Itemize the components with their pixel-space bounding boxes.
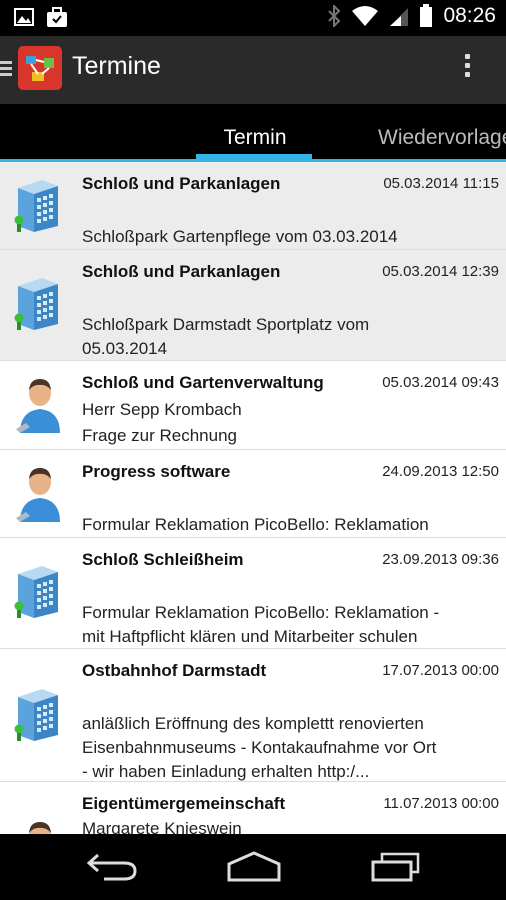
drawer-icon[interactable]	[0, 58, 12, 80]
navigation-bar	[0, 834, 506, 900]
item-title: Schloß und Gartenverwaltung	[82, 373, 324, 392]
list-item[interactable]: Schloß Schleißheim 23.09.2013 09:36 Form…	[0, 538, 506, 649]
item-title: Schloß Schleißheim	[82, 550, 244, 569]
clock-time: 08:26	[443, 4, 496, 27]
item-date: 05.03.2014 09:43	[382, 374, 499, 391]
list-item[interactable]: Schloß und Parkanlagen 05.03.2014 12:39 …	[0, 250, 506, 361]
item-title: Schloß und Parkanlagen	[82, 174, 281, 193]
person-icon	[16, 468, 60, 522]
item-description: anläßlich Eröffnung des komplettt renovi…	[82, 714, 424, 733]
item-description: Schloßpark Darmstadt Sportplatz vom	[82, 315, 370, 334]
back-icon[interactable]	[86, 852, 138, 882]
building-icon	[14, 278, 58, 330]
bluetooth-icon	[328, 5, 341, 27]
item-description: Formular Reklamation PicoBello: Reklamat…	[82, 603, 440, 622]
wifi-icon	[352, 6, 379, 26]
item-description: Eisenbahnmuseums - Kontakaufnahme vor Or…	[82, 738, 437, 757]
building-icon	[14, 566, 58, 618]
item-date: 05.03.2014 12:39	[382, 263, 499, 280]
signal-icon	[390, 8, 409, 26]
app-logo-icon[interactable]	[18, 46, 62, 90]
home-icon[interactable]	[226, 850, 282, 882]
item-description: - wir haben Einladung erhalten http:/...	[82, 762, 370, 781]
tab-termin[interactable]: Termin	[198, 126, 312, 150]
appointment-list: Schloß und Parkanlagen 05.03.2014 11:15 …	[0, 162, 506, 834]
item-description: Formular Reklamation PicoBello: Reklamat…	[82, 515, 429, 534]
item-title: Ostbahnhof Darmstadt	[82, 661, 267, 680]
battery-icon	[420, 4, 433, 27]
person-icon	[16, 379, 60, 433]
building-icon	[14, 689, 58, 741]
item-title: Eigentümergemeinschaft	[82, 794, 286, 813]
item-description: 05.03.2014	[82, 339, 168, 358]
item-contact: Margarete Knieswein	[82, 819, 242, 834]
item-date: 11.07.2013 00:00	[383, 795, 499, 812]
app-title: Termine	[72, 52, 161, 80]
person-icon	[29, 822, 51, 834]
building-icon	[14, 180, 58, 232]
item-description: Frage zur Rechnung	[82, 426, 237, 445]
item-title: Schloß und Parkanlagen	[82, 262, 281, 281]
tab-bar: Termin Wiedervorlage	[0, 104, 506, 162]
item-date: 24.09.2013 12:50	[382, 463, 499, 480]
item-date: 23.09.2013 09:36	[382, 551, 499, 568]
recent-apps-icon[interactable]	[370, 852, 422, 882]
list-item[interactable]: Ostbahnhof Darmstadt 17.07.2013 00:00 an…	[0, 649, 506, 782]
tab-wiedervorlage[interactable]: Wiedervorlage	[378, 126, 506, 150]
list-item[interactable]: Eigentümergemeinschaft 11.07.2013 00:00 …	[0, 782, 506, 834]
item-description: mit Haftpflicht klären und Mitarbeiter s…	[82, 627, 418, 646]
item-contact: Herr Sepp Krombach	[82, 400, 242, 419]
status-bar: 08:26	[0, 0, 506, 36]
list-item[interactable]: Schloß und Gartenverwaltung 05.03.2014 0…	[0, 361, 506, 450]
briefcase-icon	[47, 7, 67, 27]
item-date: 05.03.2014 11:15	[383, 175, 499, 192]
image-icon	[14, 8, 34, 26]
tab-selected-indicator	[196, 154, 312, 159]
overflow-menu-icon[interactable]	[462, 54, 472, 84]
list-item[interactable]: Schloß und Parkanlagen 05.03.2014 11:15 …	[0, 162, 506, 250]
item-date: 17.07.2013 00:00	[382, 662, 499, 679]
list-item[interactable]: Progress software 24.09.2013 12:50 Formu…	[0, 450, 506, 538]
item-title: Progress software	[82, 462, 231, 481]
item-description: Schloßpark Gartenpflege vom 03.03.2014	[82, 227, 398, 246]
